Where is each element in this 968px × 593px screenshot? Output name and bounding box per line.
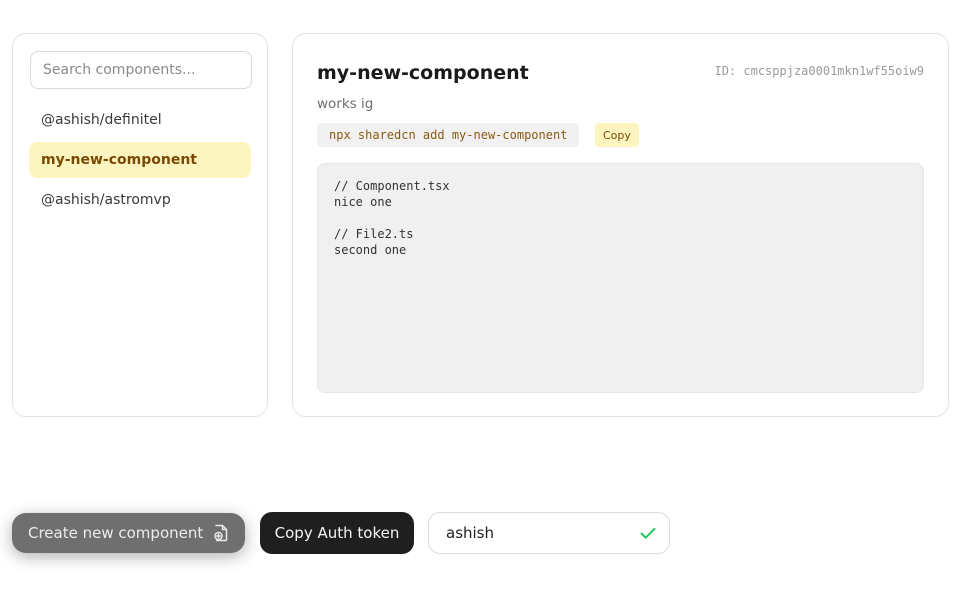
copy-command-button[interactable]: Copy (595, 123, 639, 147)
component-sidebar: @ashish/definitel my-new-component @ashi… (12, 33, 268, 417)
component-title: my-new-component (317, 62, 529, 84)
create-component-label: Create new component (28, 524, 204, 542)
install-command: npx sharedcn add my-new-component (317, 123, 580, 147)
new-file-icon (213, 524, 229, 542)
create-component-button[interactable]: Create new component (12, 513, 245, 553)
checkmark-icon (640, 527, 656, 539)
username-field-wrapper (428, 512, 670, 554)
sidebar-item-definitel[interactable]: @ashish/definitel (29, 102, 251, 138)
component-list: @ashish/definitel my-new-component @ashi… (29, 102, 251, 222)
component-id: ID: cmcsppjza0001mkn1wf55oiw9 (714, 64, 924, 78)
copy-auth-token-button[interactable]: Copy Auth token (260, 512, 414, 554)
sidebar-item-astromvp[interactable]: @ashish/astromvp (29, 182, 251, 218)
code-preview: // Component.tsx nice one // File2.ts se… (317, 163, 924, 393)
component-description: works ig (317, 96, 374, 112)
username-input[interactable] (430, 514, 630, 552)
search-input[interactable] (30, 51, 252, 89)
component-detail-panel: my-new-component ID: cmcsppjza0001mkn1wf… (292, 33, 949, 417)
sidebar-item-my-new-component[interactable]: my-new-component (29, 142, 251, 178)
